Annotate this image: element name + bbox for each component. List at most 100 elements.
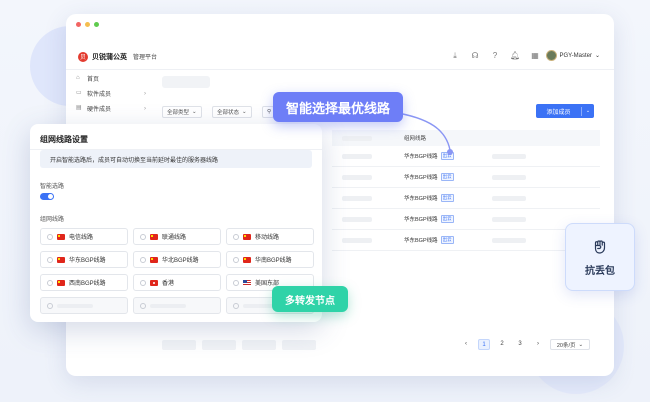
route-option[interactable]: 华东BGP线路: [40, 251, 128, 268]
search-icon: ⚲: [267, 109, 272, 115]
route-option-placeholder: [133, 297, 221, 314]
fist-icon: [594, 239, 606, 254]
sidebar: ⌂ 首页 ▭ 软件成员 › ▤ 硬件成员 ›: [66, 71, 154, 116]
sidebar-item-label: 软件成员: [87, 92, 112, 98]
route-option[interactable]: 香港: [133, 274, 221, 291]
route-option[interactable]: 华北BGP线路: [133, 251, 221, 268]
china-flag-icon: [243, 256, 251, 263]
route-tag: 出云: [440, 194, 454, 202]
radio-icon[interactable]: [140, 233, 146, 240]
sidebar-item-label: 硬件成员: [87, 107, 112, 113]
maximize-window-dot[interactable]: [94, 22, 99, 27]
radio-icon[interactable]: [47, 256, 53, 263]
cell-placeholder: [342, 237, 372, 243]
router-icon: ▤: [76, 105, 82, 111]
radio-icon[interactable]: [233, 233, 239, 240]
card-label: 抗丢包: [585, 265, 615, 277]
download-icon[interactable]: ⤓: [450, 51, 460, 61]
table-header: 组网线路: [332, 130, 600, 146]
chevron-right-icon: ›: [144, 105, 146, 112]
route-tag: 出云: [440, 173, 454, 181]
type-filter-select[interactable]: 全部类型 ⌄: [162, 106, 202, 118]
prev-page-icon[interactable]: ‹: [460, 339, 472, 350]
route-option-label: 移动线路: [255, 235, 280, 241]
route-tag: 出云: [440, 236, 454, 244]
radio-icon: [140, 302, 146, 309]
user-menu[interactable]: PGY-Master ⌄: [545, 50, 600, 61]
cell-placeholder: [492, 237, 526, 243]
table-row[interactable]: 华东BGP线路 出云: [332, 230, 600, 251]
china-flag-icon: [150, 233, 158, 240]
headset-icon[interactable]: ☊: [470, 51, 480, 61]
radio-icon[interactable]: [233, 256, 239, 263]
china-flag-icon: [57, 256, 65, 263]
bulk-action-placeholder[interactable]: [282, 340, 316, 350]
bulk-action-placeholder[interactable]: [202, 340, 236, 350]
table-row[interactable]: 华东BGP线路 出云: [332, 167, 600, 188]
radio-icon[interactable]: [140, 256, 146, 263]
top-bar: 贝 贝锐蒲公英 管理平台 ⤓ ☊ ? 🔔︎ ▦ PGY-Master ⌄: [66, 44, 614, 70]
page-3[interactable]: 3: [514, 339, 526, 350]
help-icon[interactable]: ?: [490, 51, 500, 61]
radio-icon[interactable]: [233, 279, 239, 286]
cell-placeholder: [342, 195, 372, 201]
smart-route-callout: 智能选择最优线路: [273, 92, 403, 122]
page-1[interactable]: 1: [478, 339, 490, 350]
window-controls: [76, 22, 99, 27]
page-2[interactable]: 2: [496, 339, 508, 350]
route-name: 华东BGP线路: [404, 154, 438, 160]
sidebar-item-hardware-members[interactable]: ▤ 硬件成员 ›: [66, 101, 154, 116]
route-name: 华东BGP线路: [404, 196, 438, 202]
smart-route-toggle[interactable]: [40, 193, 54, 200]
bulk-action-placeholder[interactable]: [242, 340, 276, 350]
close-window-dot[interactable]: [76, 22, 81, 27]
grid-icon[interactable]: ▦: [530, 51, 540, 61]
placeholder-bar: [57, 303, 93, 308]
minimize-window-dot[interactable]: [85, 22, 90, 27]
route-option[interactable]: 电信线路: [40, 228, 128, 245]
brand-subtitle: 管理平台: [133, 55, 158, 61]
page-size-select[interactable]: 20条/页 ⌄: [550, 339, 590, 350]
route-option[interactable]: 移动线路: [226, 228, 314, 245]
add-member-button[interactable]: 添加成员 ⌄: [536, 104, 594, 118]
sidebar-item-home[interactable]: ⌂ 首页: [66, 71, 154, 86]
page-title-placeholder: [162, 76, 210, 88]
route-name: 华东BGP线路: [404, 175, 438, 181]
add-member-label: 添加成员: [536, 106, 582, 116]
cell-placeholder: [492, 216, 526, 222]
cell-placeholder: [492, 174, 526, 180]
chevron-down-icon: ⌄: [242, 109, 247, 115]
cell-placeholder: [342, 216, 372, 222]
sidebar-item-software-members[interactable]: ▭ 软件成员 ›: [66, 86, 154, 101]
brand-name: 贝锐蒲公英: [92, 53, 127, 61]
home-icon: ⌂: [76, 75, 80, 81]
route-name: 华东BGP线路: [404, 217, 438, 223]
cell-placeholder: [342, 153, 372, 159]
route-option[interactable]: 华南BGP线路: [226, 251, 314, 268]
route-option[interactable]: 联通线路: [133, 228, 221, 245]
route-cell: 华东BGP线路 出云: [404, 173, 454, 181]
route-cell: 华东BGP线路 出云: [404, 152, 454, 160]
route-column-header: 组网线路: [404, 136, 427, 142]
route-option-label: 华南BGP线路: [255, 258, 292, 264]
table-row[interactable]: 华东BGP线路 出云: [332, 146, 600, 167]
radio-icon[interactable]: [140, 279, 146, 286]
brand-logo-icon: 贝: [78, 51, 88, 62]
radio-icon: [47, 302, 53, 309]
status-filter-value: 全部状态: [217, 110, 240, 116]
radio-icon[interactable]: [47, 233, 53, 240]
cell-placeholder: [342, 174, 372, 180]
cell-placeholder: [492, 195, 526, 201]
table-row[interactable]: 华东BGP线路 出云: [332, 209, 600, 230]
bulk-action-placeholder[interactable]: [162, 340, 196, 350]
sidebar-item-label: 首页: [87, 77, 100, 83]
relay-nodes-callout: 多转发节点: [272, 286, 348, 312]
radio-icon[interactable]: [47, 279, 53, 286]
status-filter-select[interactable]: 全部状态 ⌄: [212, 106, 252, 118]
chevron-down-icon[interactable]: ⌄: [582, 108, 594, 114]
bell-icon[interactable]: 🔔︎: [510, 51, 520, 61]
table-row[interactable]: 华东BGP线路 出云: [332, 188, 600, 209]
next-page-icon[interactable]: ›: [532, 339, 544, 350]
member-table: 组网线路 华东BGP线路 出云 华东BGP线路 出云 华东BGP线路 出云 华东…: [332, 130, 600, 251]
route-option[interactable]: 西南BGP线路: [40, 274, 128, 291]
